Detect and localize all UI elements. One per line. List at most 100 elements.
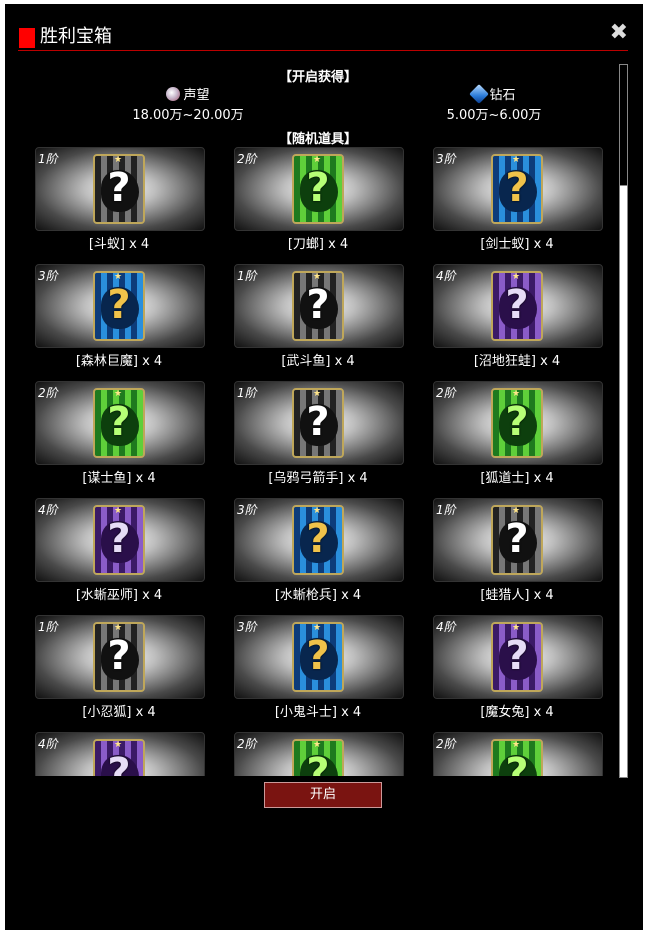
item-slot[interactable]: 1阶 ? ★ [武斗鱼] x 4 <box>234 264 404 369</box>
item-frame: 3阶 ? ★ <box>234 498 404 582</box>
item-tier: 4阶 <box>436 620 456 634</box>
item-frame: 1阶 ? ★ <box>234 264 404 348</box>
item-name: [小忍狐] x 4 <box>82 705 156 720</box>
mystery-card-icon: ? ★ <box>93 739 145 776</box>
title-marker <box>19 28 35 48</box>
item-slot[interactable]: 1阶 ? ★ [乌鸦弓箭手] x 4 <box>234 381 404 486</box>
close-icon[interactable]: ✖ <box>610 22 628 44</box>
chest-content-scroll[interactable]: 【开启获得】 声望 18.00万~20.00万 钻石 5.00万~6.00万 【… <box>18 56 618 776</box>
item-slot[interactable]: 3阶 ? ★ [森林巨魔] x 4 <box>35 264 205 369</box>
item-slot[interactable]: 2阶 ? ★ <box>433 732 603 776</box>
item-frame: 2阶 ? ★ <box>433 381 603 465</box>
item-tier: 3阶 <box>436 152 456 166</box>
item-tier: 2阶 <box>237 737 257 751</box>
mystery-card-icon: ? ★ <box>93 388 145 458</box>
item-slot[interactable]: 2阶 ? ★ <box>234 732 404 776</box>
mystery-card-icon: ? ★ <box>491 154 543 224</box>
item-tier: 1阶 <box>38 152 58 166</box>
item-name: [斗蚁] x 4 <box>88 237 150 252</box>
item-tier: 2阶 <box>38 386 58 400</box>
title-bar: 胜利宝箱 ✖ <box>18 22 628 51</box>
item-tier: 2阶 <box>436 737 456 751</box>
item-name: [谋士鱼] x 4 <box>82 471 156 486</box>
item-tier: 2阶 <box>436 386 456 400</box>
item-slot[interactable]: 2阶 ? ★ [谋士鱼] x 4 <box>35 381 205 486</box>
item-name: [剑士蚁] x 4 <box>480 237 554 252</box>
item-tier: 3阶 <box>237 503 257 517</box>
item-tier: 2阶 <box>237 152 257 166</box>
item-slot[interactable]: 2阶 ? ★ [狐道士] x 4 <box>433 381 603 486</box>
mystery-card-icon: ? ★ <box>292 154 344 224</box>
item-tier: 4阶 <box>38 737 58 751</box>
item-slot[interactable]: 4阶 ? ★ <box>35 732 205 776</box>
item-tier: 1阶 <box>38 620 58 634</box>
reward-name: 声望 <box>183 88 210 103</box>
item-frame: 2阶 ? ★ <box>433 732 603 776</box>
item-name: [武斗鱼] x 4 <box>281 354 355 369</box>
item-frame: 1阶 ? ★ <box>35 615 205 699</box>
item-slot[interactable]: 4阶 ? ★ [沼地狂蛙] x 4 <box>433 264 603 369</box>
mystery-card-icon: ? ★ <box>292 739 344 776</box>
reward-value: 5.00万~6.00万 <box>446 108 542 123</box>
item-name: [水蜥巫师] x 4 <box>75 588 163 603</box>
item-frame: 2阶 ? ★ <box>234 147 404 231</box>
item-frame: 1阶 ? ★ <box>433 498 603 582</box>
item-frame: 2阶 ? ★ <box>35 381 205 465</box>
item-frame: 4阶 ? ★ <box>433 615 603 699</box>
mystery-card-icon: ? ★ <box>292 388 344 458</box>
mystery-card-icon: ? ★ <box>491 388 543 458</box>
item-tier: 1阶 <box>237 386 257 400</box>
rewards-header: 【开启获得】 <box>278 70 357 85</box>
reward-diamond: 钻石 5.00万~6.00万 <box>394 84 594 126</box>
scrollbar-thumb[interactable] <box>620 65 627 186</box>
item-frame: 2阶 ? ★ <box>234 732 404 776</box>
mystery-card-icon: ? ★ <box>491 505 543 575</box>
mystery-card-icon: ? ★ <box>292 505 344 575</box>
item-slot[interactable]: 3阶 ? ★ [水蜥枪兵] x 4 <box>234 498 404 603</box>
mystery-card-icon: ? ★ <box>93 154 145 224</box>
item-frame: 1阶 ? ★ <box>35 147 205 231</box>
item-tier: 4阶 <box>436 269 456 283</box>
item-tier: 1阶 <box>436 503 456 517</box>
item-frame: 1阶 ? ★ <box>234 381 404 465</box>
item-tier: 3阶 <box>38 269 58 283</box>
item-slot[interactable]: 1阶 ? ★ [蛙猎人] x 4 <box>433 498 603 603</box>
reward-reputation: 声望 18.00万~20.00万 <box>88 86 288 126</box>
dialog-title: 胜利宝箱 <box>40 26 112 47</box>
reward-value: 18.00万~20.00万 <box>132 108 244 123</box>
scrollbar[interactable] <box>619 64 628 778</box>
mystery-card-icon: ? ★ <box>491 739 543 776</box>
item-name: [森林巨魔] x 4 <box>75 354 163 369</box>
item-name: [狐道士] x 4 <box>480 471 554 486</box>
item-frame: 3阶 ? ★ <box>35 264 205 348</box>
reward-name: 钻石 <box>489 88 516 103</box>
random-items-header: 【随机道具】 <box>278 132 357 147</box>
mystery-card-icon: ? ★ <box>93 622 145 692</box>
reward-chest-dialog: 胜利宝箱 ✖ 【开启获得】 声望 18.00万~20.00万 钻石 5.00万~… <box>5 4 643 930</box>
item-frame: 4阶 ? ★ <box>35 732 205 776</box>
diamond-icon <box>469 84 490 104</box>
item-slot[interactable]: 3阶 ? ★ [小鬼斗士] x 4 <box>234 615 404 720</box>
mystery-card-icon: ? ★ <box>93 505 145 575</box>
item-slot[interactable]: 2阶 ? ★ [刀螂] x 4 <box>234 147 404 252</box>
item-slot[interactable]: 1阶 ? ★ [小忍狐] x 4 <box>35 615 205 720</box>
item-name: [刀螂] x 4 <box>287 237 349 252</box>
reputation-icon <box>166 87 181 101</box>
item-name: [小鬼斗士] x 4 <box>274 705 362 720</box>
item-slot[interactable]: 3阶 ? ★ [剑士蚁] x 4 <box>433 147 603 252</box>
open-button[interactable]: 开启 <box>264 782 382 808</box>
mystery-card-icon: ? ★ <box>491 271 543 341</box>
item-name: [蛙猎人] x 4 <box>480 588 554 603</box>
item-tier: 1阶 <box>237 269 257 283</box>
mystery-card-icon: ? ★ <box>292 271 344 341</box>
item-slot[interactable]: 1阶 ? ★ [斗蚁] x 4 <box>35 147 205 252</box>
item-frame: 4阶 ? ★ <box>35 498 205 582</box>
item-slot[interactable]: 4阶 ? ★ [水蜥巫师] x 4 <box>35 498 205 603</box>
item-slot[interactable]: 4阶 ? ★ [魔女兔] x 4 <box>433 615 603 720</box>
item-frame: 3阶 ? ★ <box>433 147 603 231</box>
item-name: [水蜥枪兵] x 4 <box>274 588 362 603</box>
item-tier: 3阶 <box>237 620 257 634</box>
mystery-card-icon: ? ★ <box>292 622 344 692</box>
mystery-card-icon: ? ★ <box>491 622 543 692</box>
item-frame: 4阶 ? ★ <box>433 264 603 348</box>
